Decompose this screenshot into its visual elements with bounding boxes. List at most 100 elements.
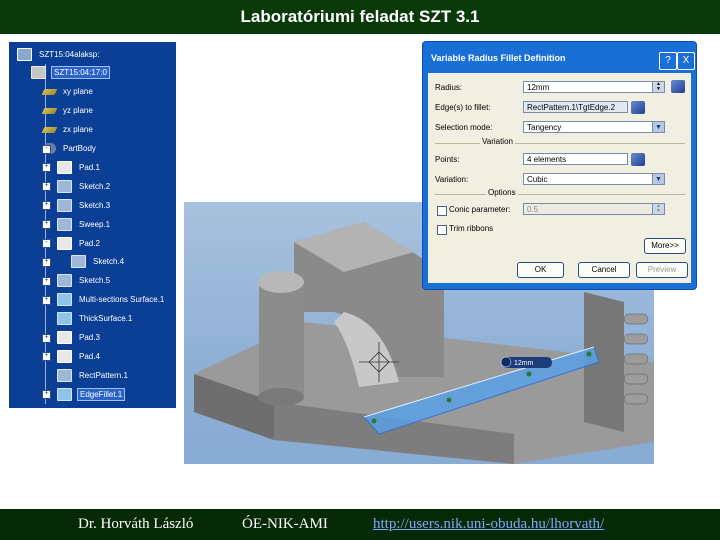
tree-item[interactable]: SZT15:04alaksp: <box>17 47 101 61</box>
selection-mode-value: Tangency <box>527 123 562 132</box>
tree-expander-icon[interactable]: + <box>42 220 51 230</box>
ok-button[interactable]: OK <box>517 262 564 278</box>
tree-item-label: SZT15:04alaksp: <box>39 49 100 59</box>
radius-label-tag[interactable]: 12mm <box>500 356 552 368</box>
edge-list-icon[interactable] <box>631 101 645 114</box>
radius-input[interactable]: 12mm ▲ ▼ <box>523 81 665 93</box>
conic-spinner[interactable]: ▲ ▼ <box>652 204 664 214</box>
specification-tree[interactable]: SZT15:04alaksp: SZT15:04:17:0 xy plane yz p… <box>9 42 176 408</box>
tree-item[interactable]: Pad.2 <box>57 236 102 250</box>
chevron-down-icon[interactable]: ▼ <box>652 122 664 132</box>
tree-item[interactable]: Multi-sections Surface.1 <box>57 293 166 307</box>
part-document-icon <box>17 47 32 61</box>
sketch-icon <box>57 274 72 288</box>
tree-expander-icon[interactable]: + <box>42 352 51 362</box>
tree-item[interactable]: yz plane <box>41 104 95 118</box>
cylinder-base <box>258 388 304 406</box>
selection-mode-select[interactable]: Tangency ▼ <box>523 121 665 133</box>
chevron-down-icon[interactable]: ▼ <box>652 174 664 184</box>
tree-expander-icon[interactable]: + <box>42 295 51 305</box>
tree-item[interactable]: Sketch.4 <box>71 255 126 269</box>
tree-expander-icon[interactable]: + <box>42 182 51 192</box>
tree-item[interactable]: Sketch.3 <box>57 198 112 212</box>
pad-icon <box>57 160 72 174</box>
variable-radius-fillet-dialog[interactable]: Variable Radius Fillet Definition ? X Ra… <box>423 42 696 289</box>
points-input[interactable]: 4 elements <box>523 153 628 165</box>
edges-label: Edge(s) to fillet: <box>435 103 491 112</box>
radius-value: 12mm <box>527 83 550 92</box>
tree-item[interactable]: Pad.4 <box>57 349 102 363</box>
tree-expander-icon[interactable]: - <box>42 144 51 154</box>
tree-item[interactable]: Pad.1 <box>57 160 102 174</box>
tree-item[interactable]: ThickSurface.1 <box>57 312 134 326</box>
trim-ribbons-checkbox[interactable] <box>437 225 447 235</box>
tree-item-label: zx plane <box>63 125 93 135</box>
tree-item[interactable]: Sketch.5 <box>57 274 112 288</box>
help-button[interactable]: ? <box>659 52 677 70</box>
slide-footer: Dr. Horváth László ÓE-NIK-AMI http://use… <box>0 509 720 540</box>
conic-parameter-input[interactable]: 0.5 ▲ ▼ <box>523 203 665 215</box>
tree-item[interactable]: Sweep.1 <box>57 217 112 231</box>
points-list-icon[interactable] <box>631 153 645 166</box>
tree-expander-icon[interactable]: + <box>42 201 51 211</box>
law-icon[interactable] <box>671 80 685 93</box>
dialog-body: Radius: 12mm ▲ ▼ Edge(s) to fillet: RectP… <box>428 73 691 283</box>
edges-value: RectPattern.1\TgtEdge.2 <box>527 103 616 112</box>
edges-input[interactable]: RectPattern.1\TgtEdge.2 <box>523 101 628 113</box>
tree-item-label: Sketch.4 <box>93 257 125 267</box>
tree-item[interactable]: zx plane <box>41 123 95 137</box>
tree-item-label: SZT15:04:17:0 <box>51 66 110 80</box>
tree-expander-icon[interactable]: + <box>42 257 51 267</box>
cancel-button[interactable]: Cancel <box>578 262 630 278</box>
tree-item[interactable]: PartBody <box>43 142 98 156</box>
more-button[interactable]: More>> <box>644 238 686 254</box>
sketch-icon <box>71 255 86 269</box>
variation-value: Cubic <box>527 175 548 184</box>
slide-title-bar: Laboratóriumi feladat SZT 3.1 <box>0 0 720 34</box>
tree-expander-icon[interactable]: + <box>42 276 51 286</box>
tree-item-label: Multi-sections Surface.1 <box>79 295 165 305</box>
plane-icon <box>41 126 58 133</box>
selection-mode-label: Selection mode: <box>435 123 493 132</box>
tree-item[interactable]: EdgeFillet.1 <box>57 387 126 401</box>
tree-item-label: Sketch.3 <box>79 200 111 210</box>
cylinder-top <box>258 271 304 293</box>
tree-item-label: Pad.4 <box>79 351 100 361</box>
tree-expander-icon[interactable]: + <box>42 163 51 173</box>
conic-parameter-checkbox[interactable] <box>437 206 447 216</box>
tree-expander-icon[interactable]: + <box>42 333 51 343</box>
tree-item[interactable]: RectPattern.1 <box>57 368 130 382</box>
variation-select[interactable]: Cubic ▼ <box>523 173 665 185</box>
points-label: Points: <box>435 155 460 164</box>
footer-url-link[interactable]: http://users.nik.uni-obuda.hu/lhorvath/ <box>373 516 604 533</box>
tree-item-label: yz plane <box>63 106 93 116</box>
surface-icon <box>57 312 72 326</box>
plane-icon <box>41 107 58 114</box>
preview-button[interactable]: Preview <box>636 262 688 278</box>
tree-item-label: RectPattern.1 <box>79 370 128 380</box>
close-button[interactable]: X <box>677 52 695 70</box>
surface-icon <box>57 293 72 307</box>
tree-item[interactable]: xy plane <box>41 85 95 99</box>
pattern-icon <box>57 368 72 382</box>
tree-item[interactable]: Pad.3 <box>57 331 102 345</box>
tree-item[interactable]: Sketch.2 <box>57 179 112 193</box>
footer-institute: ÓE-NIK-AMI <box>242 516 328 532</box>
footer-author: Dr. Horváth László <box>78 516 194 532</box>
tree-item-label: Pad.1 <box>79 162 100 172</box>
sketch-icon <box>57 179 72 193</box>
tree-item-label: Sweep.1 <box>79 219 111 229</box>
tree-item-label: PartBody <box>63 144 96 153</box>
radius-spinner[interactable]: ▲ ▼ <box>652 82 664 92</box>
sweep-icon <box>57 217 72 231</box>
tree-expander-icon[interactable]: - <box>42 239 51 248</box>
radius-tag-text: 12mm <box>514 360 534 367</box>
trim-ribbons-label: Trim ribbons <box>449 224 494 233</box>
points-value: 4 elements <box>527 155 567 164</box>
tree-item[interactable]: SZT15:04:17:0 <box>31 66 110 80</box>
tree-expander-icon[interactable]: + <box>42 390 51 400</box>
tree-item-label: Pad.3 <box>79 333 100 342</box>
sketch-icon <box>57 198 72 212</box>
radius-label: Radius: <box>435 83 463 92</box>
tree-item-label: Sketch.5 <box>79 276 111 286</box>
